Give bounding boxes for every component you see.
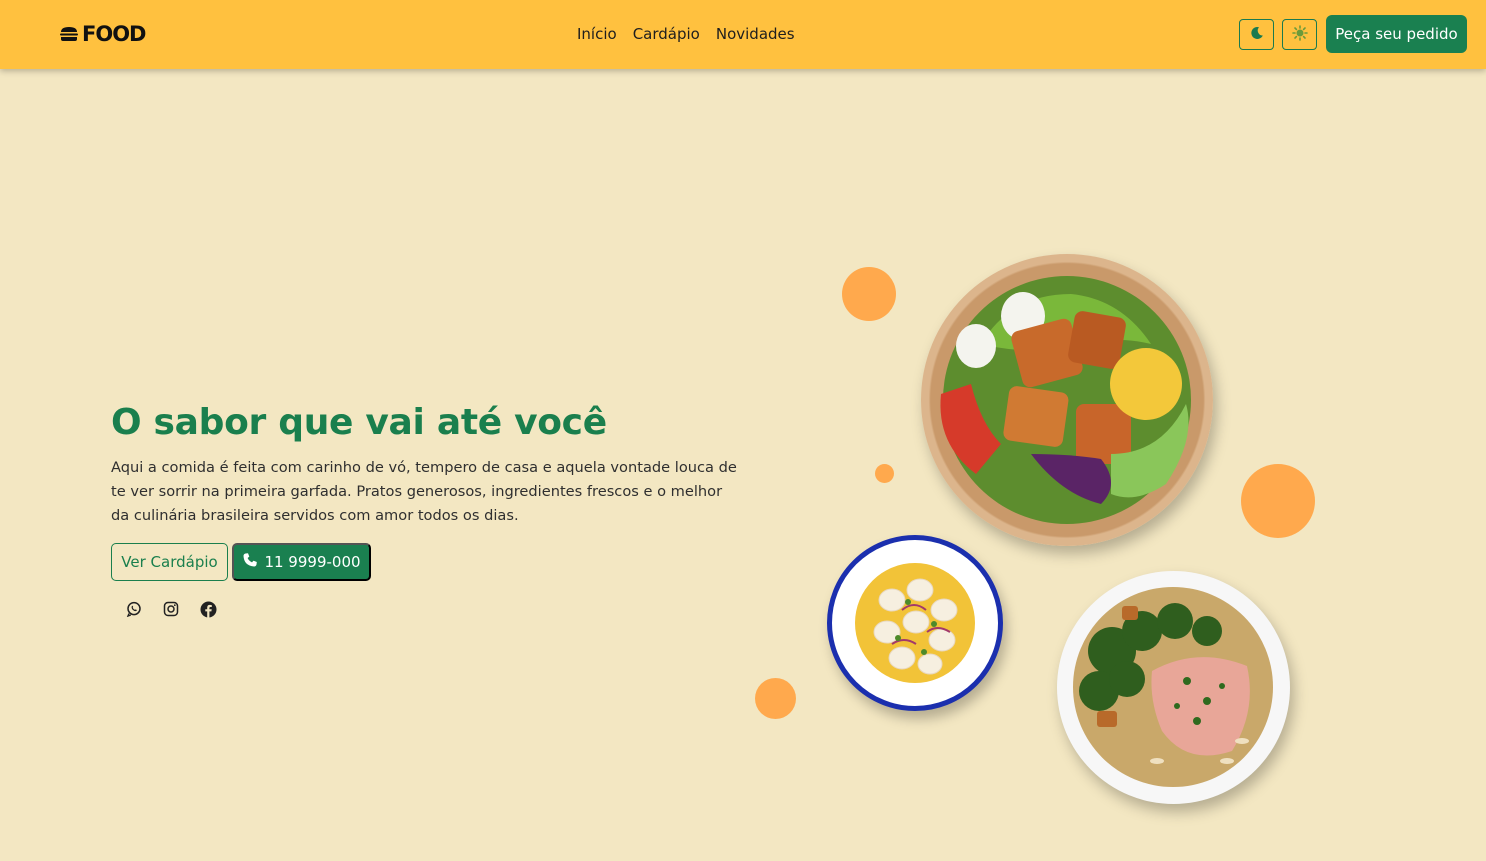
salad-bowl-image — [921, 254, 1213, 546]
menu-button[interactable]: Ver Cardápio — [111, 543, 228, 581]
brand-logo[interactable]: FOOD — [59, 22, 146, 46]
ceviche-bowl-image — [827, 535, 1003, 711]
nav-link-cardapio[interactable]: Cardápio — [633, 25, 700, 43]
instagram-icon[interactable] — [162, 600, 180, 618]
facebook-icon[interactable] — [199, 600, 217, 618]
phone-button[interactable]: 11 9999-000 — [232, 543, 371, 581]
nav-link-inicio[interactable]: Início — [577, 25, 617, 43]
salmon-plate-image — [1057, 571, 1290, 804]
brand-name: FOOD — [82, 22, 146, 46]
burger-icon — [59, 26, 79, 42]
main-nav: Início Cardápio Novidades — [577, 25, 795, 43]
light-mode-button[interactable] — [1282, 19, 1317, 50]
top-navbar: FOOD Início Cardápio Novidades Peça seu … — [0, 0, 1486, 69]
whatsapp-icon[interactable] — [125, 600, 143, 618]
moon-icon — [1250, 26, 1264, 43]
hero-title: O sabor que vai até você — [111, 402, 607, 443]
decor-circle — [875, 464, 894, 483]
dark-mode-button[interactable] — [1239, 19, 1274, 50]
hero-description: Aqui a comida é feita com carinho de vó,… — [111, 459, 737, 524]
phone-icon — [242, 552, 258, 572]
phone-number: 11 9999-000 — [264, 553, 361, 571]
sun-icon — [1291, 25, 1308, 44]
nav-link-novidades[interactable]: Novidades — [716, 25, 795, 43]
decor-circle — [755, 678, 796, 719]
decor-circle — [1241, 464, 1315, 538]
order-button[interactable]: Peça seu pedido — [1326, 15, 1467, 53]
decor-circle — [842, 267, 896, 321]
